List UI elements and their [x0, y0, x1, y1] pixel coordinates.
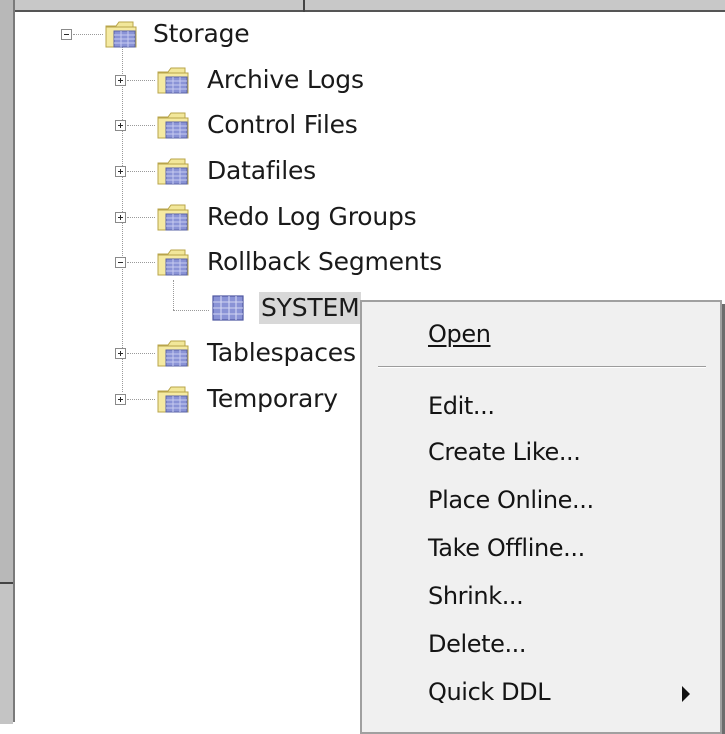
folder-icon — [157, 249, 189, 276]
tree-label-storage[interactable]: Storage — [153, 18, 250, 50]
menu-item-edit[interactable]: Edit... — [428, 392, 495, 420]
menu-separator — [378, 366, 706, 368]
tree-connector — [173, 280, 174, 310]
tree-label-rollback-segments[interactable]: Rollback Segments — [207, 246, 442, 278]
menu-item-delete-label: Delete... — [428, 630, 527, 658]
window-left-panel — [0, 582, 13, 724]
menu-item-shrink[interactable]: Shrink... — [428, 582, 524, 610]
menu-item-shrink-label: Shrink... — [428, 582, 524, 610]
tree-label-redo-log-groups[interactable]: Redo Log Groups — [207, 201, 417, 233]
folder-icon — [157, 340, 189, 367]
expand-plus-icon[interactable] — [115, 166, 126, 177]
menu-item-open-label: Open — [428, 320, 491, 348]
folder-icon — [157, 67, 189, 94]
context-menu: Open Edit... Create Like... Place Online… — [360, 300, 722, 734]
tree-label-archive-logs[interactable]: Archive Logs — [207, 64, 364, 96]
menu-item-place-online-label: Place Online... — [428, 486, 594, 514]
folder-icon — [157, 204, 189, 231]
menu-item-edit-label: Edit... — [428, 392, 495, 420]
window-divider — [303, 0, 305, 12]
folder-icon — [157, 386, 189, 413]
tree-label-tablespaces[interactable]: Tablespaces — [207, 337, 356, 369]
menu-item-open[interactable]: Open — [428, 320, 491, 348]
submenu-arrow-icon — [682, 686, 690, 702]
expand-plus-icon[interactable] — [115, 120, 126, 131]
menu-item-place-online[interactable]: Place Online... — [428, 486, 594, 514]
menu-item-create-like[interactable]: Create Like... — [428, 438, 581, 466]
menu-item-take-offline-label: Take Offline... — [428, 534, 585, 562]
expand-plus-icon[interactable] — [115, 348, 126, 359]
collapse-minus-icon[interactable] — [115, 257, 126, 268]
tree-connector — [173, 310, 209, 311]
table-icon — [212, 295, 244, 321]
folder-icon — [157, 158, 189, 185]
tree-label-temporary[interactable]: Temporary — [207, 383, 338, 415]
window-top-border — [0, 0, 725, 12]
tree-connector — [127, 217, 155, 218]
tree-label-system[interactable]: SYSTEM — [259, 292, 362, 324]
tree-connector — [127, 171, 155, 172]
expand-plus-icon[interactable] — [115, 212, 126, 223]
tree-connector — [127, 399, 155, 400]
folder-icon — [157, 112, 189, 139]
expand-plus-icon[interactable] — [115, 394, 126, 405]
collapse-minus-icon[interactable] — [61, 29, 72, 40]
tree-connector — [73, 34, 103, 35]
tree-label-control-files[interactable]: Control Files — [207, 109, 358, 141]
tree-connector — [127, 125, 155, 126]
menu-item-take-offline[interactable]: Take Offline... — [428, 534, 585, 562]
menu-item-quick-ddl-label: Quick DDL — [428, 678, 551, 706]
tree-connector — [127, 353, 155, 354]
folder-icon — [105, 21, 137, 48]
menu-item-quick-ddl[interactable]: Quick DDL — [428, 678, 551, 706]
tree-connector — [127, 80, 155, 81]
tree-connector — [127, 262, 155, 263]
menu-item-create-like-label: Create Like... — [428, 438, 581, 466]
menu-item-delete[interactable]: Delete... — [428, 630, 527, 658]
expand-plus-icon[interactable] — [115, 75, 126, 86]
tree-label-datafiles[interactable]: Datafiles — [207, 155, 316, 187]
